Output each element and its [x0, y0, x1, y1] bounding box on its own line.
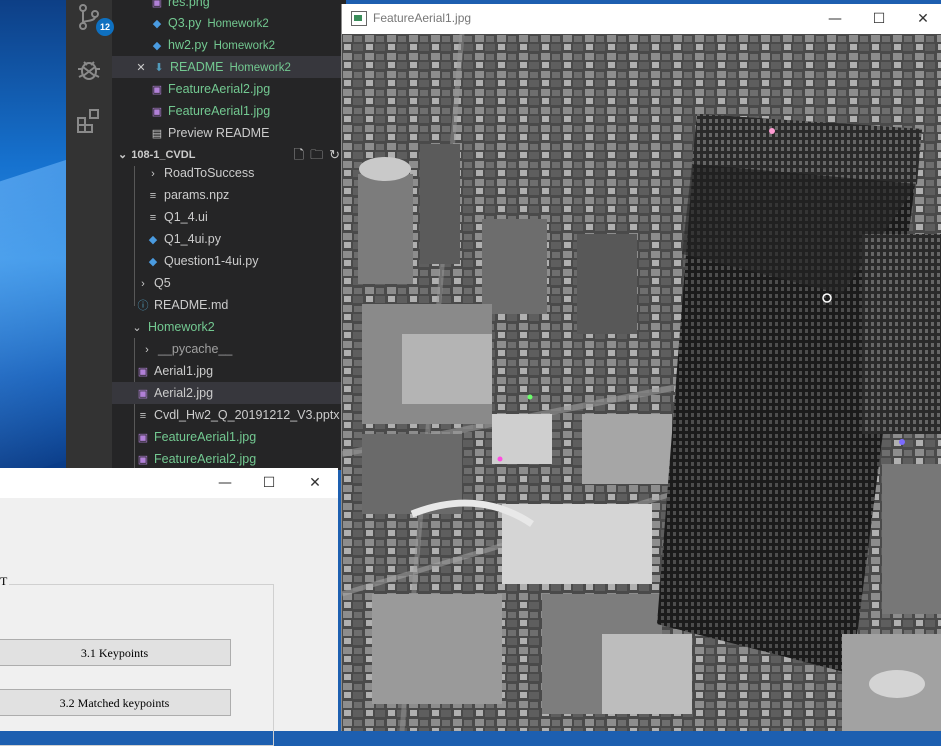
- open-editor-hw2-py[interactable]: ◆ hw2.py Homework2: [112, 34, 346, 56]
- tree-item-homework2[interactable]: ⌄ Homework2: [112, 316, 346, 338]
- markdown-file-icon: ⬇: [154, 62, 164, 74]
- image-file-icon: ▣: [137, 388, 149, 400]
- tree-item-q1-4ui-py[interactable]: ◆ Q1_4ui.py: [112, 228, 346, 250]
- tree-item-roadtosuccess[interactable]: › RoadToSuccess: [112, 162, 346, 184]
- chevron-down-icon: ⌄: [132, 322, 142, 334]
- image-file-icon: ▣: [137, 454, 149, 466]
- tree-item-pycache[interactable]: › __pycache__: [112, 338, 346, 360]
- image-file-icon: ▣: [151, 106, 163, 118]
- maximize-button[interactable]: ☐: [246, 468, 292, 498]
- tree-item-aerial2[interactable]: ▣ Aerial2.jpg: [112, 382, 346, 404]
- chevron-down-icon: ⌄: [118, 149, 128, 161]
- dialog-titlebar: — ☐ ✕: [0, 468, 338, 498]
- image-file-icon: ▣: [137, 366, 149, 378]
- open-editor-q3-py[interactable]: ◆ Q3.py Homework2: [112, 12, 346, 34]
- file-icon: ≡: [139, 410, 147, 422]
- group-box-title: T: [0, 574, 10, 589]
- chevron-right-icon: ›: [141, 278, 145, 290]
- file-icon: ≡: [149, 190, 157, 202]
- tree-item-readme-md[interactable]: ⓘ README.md: [112, 294, 346, 316]
- vscode-window: 12 ▣ res.png ◆ Q3.py Homework2 ◆ hw2.py Homew…: [66, 0, 346, 470]
- desktop-background: [0, 0, 70, 470]
- source-control-icon[interactable]: 12: [74, 2, 114, 36]
- minimize-button[interactable]: —: [202, 468, 248, 498]
- debug-icon[interactable]: [74, 54, 104, 84]
- viewer-titlebar: FeatureAerial1.jpg — ☐ ✕: [342, 4, 941, 34]
- file-icon: ≡: [149, 212, 157, 224]
- image-file-icon: ▣: [151, 84, 163, 96]
- viewer-title: FeatureAerial1.jpg: [373, 11, 472, 25]
- close-button[interactable]: ✕: [292, 468, 338, 498]
- python-file-icon: ◆: [148, 256, 158, 268]
- chevron-right-icon: ›: [145, 344, 149, 356]
- open-editor-featureaerial1[interactable]: ▣ FeatureAerial1.jpg: [112, 100, 346, 122]
- tree-item-featureaerial2[interactable]: ▣ FeatureAerial2.jpg: [112, 448, 346, 470]
- keypoints-button[interactable]: 3.1 Keypoints: [0, 639, 231, 666]
- matched-keypoints-button[interactable]: 3.2 Matched keypoints: [0, 689, 231, 716]
- new-file-icon[interactable]: 🗋: [294, 147, 310, 162]
- tree-item-params-npz[interactable]: ≡ params.npz: [112, 184, 346, 206]
- maximize-button[interactable]: ☐: [856, 4, 902, 34]
- image-app-icon: [351, 11, 367, 26]
- python-file-icon: ◆: [148, 234, 158, 246]
- open-editor-preview-readme[interactable]: ▤ Preview README: [112, 122, 346, 144]
- image-file-icon: ▣: [137, 432, 149, 444]
- image-viewer-window: FeatureAerial1.jpg — ☐ ✕: [341, 4, 941, 731]
- tree-item-question1-4ui-py[interactable]: ◆ Question1-4ui.py: [112, 250, 346, 272]
- python-file-icon: ◆: [152, 18, 162, 30]
- minimize-button[interactable]: —: [812, 4, 858, 34]
- aerial-photo-graphic: [342, 34, 941, 731]
- tree-item-q1-4-ui[interactable]: ≡ Q1_4.ui: [112, 206, 346, 228]
- tree-item-aerial1[interactable]: ▣ Aerial1.jpg: [112, 360, 346, 382]
- extensions-icon[interactable]: [74, 106, 104, 136]
- new-folder-icon[interactable]: 🗀: [310, 147, 329, 162]
- close-button[interactable]: ✕: [900, 4, 941, 34]
- aerial-photo: [342, 34, 941, 731]
- explorer-panel: ▣ res.png ◆ Q3.py Homework2 ◆ hw2.py Homework…: [112, 0, 346, 470]
- tree-item-q5[interactable]: › Q5: [112, 272, 346, 294]
- open-editor-readme[interactable]: ✕ ⬇ README Homework2: [112, 56, 346, 78]
- preview-icon: ▤: [151, 128, 163, 140]
- activity-bar: 12: [66, 0, 114, 470]
- close-icon[interactable]: ✕: [134, 57, 148, 79]
- tree-item-featureaerial1[interactable]: ▣ FeatureAerial1.jpg: [112, 426, 346, 448]
- info-icon: ⓘ: [137, 300, 149, 312]
- qt-dialog-window: — ☐ ✕ T 3.1 Keypoints 3.2 Matched keypoi…: [0, 468, 338, 746]
- tree-item-pptx[interactable]: ≡ Cvdl_Hw2_Q_20191212_V3.pptx: [112, 404, 346, 426]
- chevron-right-icon: ›: [151, 168, 155, 180]
- open-editor-featureaerial2[interactable]: ▣ FeatureAerial2.jpg: [112, 78, 346, 100]
- python-file-icon: ◆: [152, 40, 162, 52]
